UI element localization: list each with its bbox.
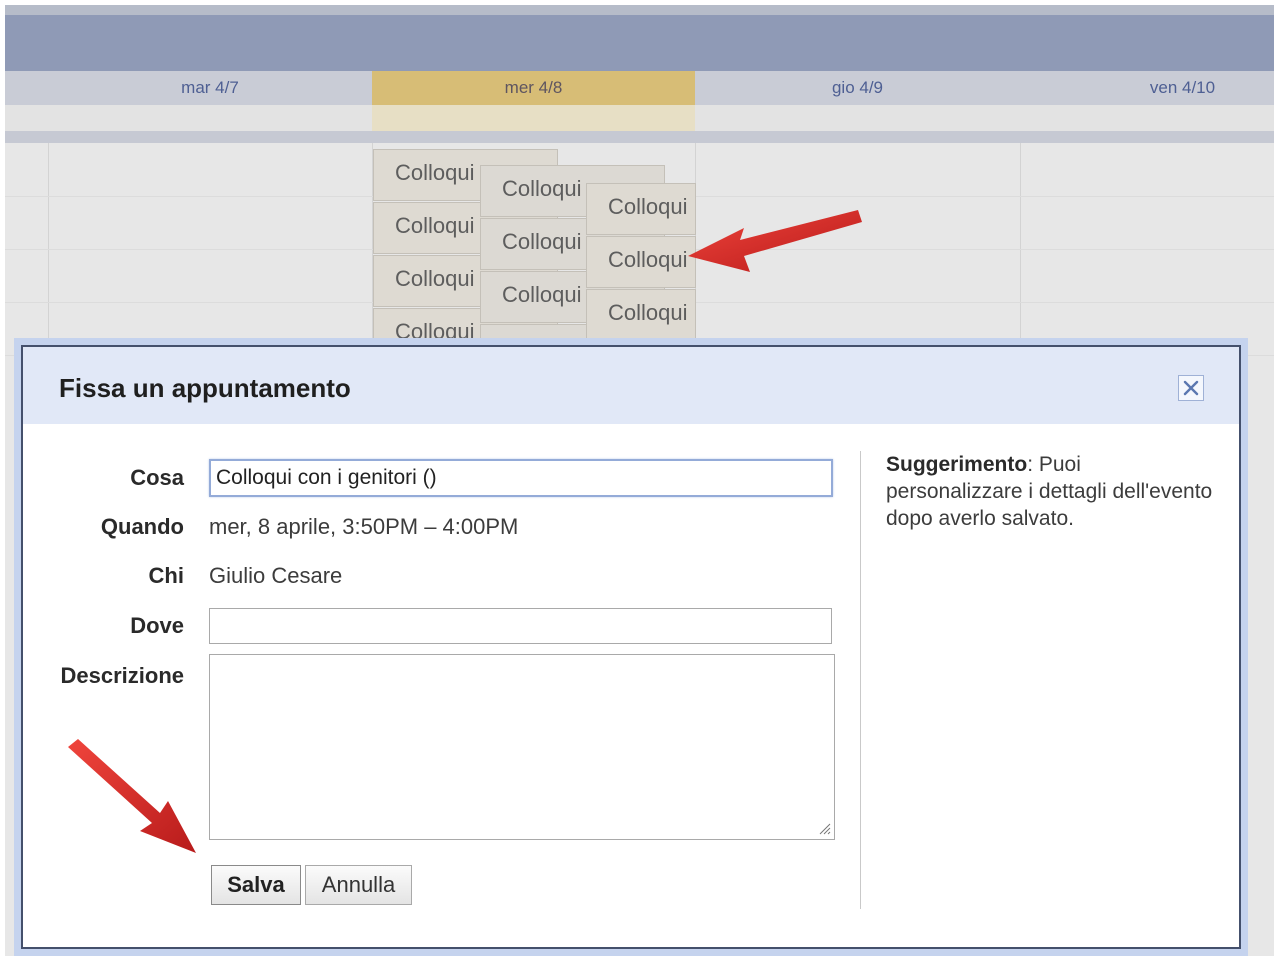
- where-input[interactable]: [209, 608, 832, 644]
- dialog-header: Fissa un appuntamento: [23, 347, 1239, 424]
- day-header-row: mar 4/7 mer 4/8 gio 4/9 ven 4/10: [5, 71, 1274, 105]
- all-day-separator: [5, 131, 1274, 143]
- calendar-top-bar: [5, 5, 1274, 71]
- day-header-thu[interactable]: gio 4/9: [695, 71, 1020, 105]
- close-icon: [1183, 380, 1199, 396]
- what-input[interactable]: [209, 459, 833, 497]
- when-label: Quando: [100, 514, 184, 539]
- day-header-tue[interactable]: mar 4/7: [48, 71, 372, 105]
- all-day-today-cell[interactable]: [372, 105, 695, 131]
- appointment-dialog: Fissa un appuntamento Cosa Quando mer, 8…: [21, 345, 1241, 949]
- dialog-title: Fissa un appuntamento: [59, 373, 351, 403]
- description-label: Descrizione: [60, 663, 185, 688]
- what-label: Cosa: [130, 465, 184, 490]
- cancel-button[interactable]: Annulla: [305, 865, 412, 905]
- day-header-fri[interactable]: ven 4/10: [1020, 71, 1274, 105]
- appointment-slot-selected[interactable]: Colloqui: [586, 236, 696, 288]
- appointment-slot[interactable]: Colloqui: [586, 183, 696, 235]
- description-textarea[interactable]: [209, 654, 835, 840]
- dialog-divider: [860, 451, 861, 909]
- appointment-slot[interactable]: Colloqui: [586, 289, 696, 341]
- where-label: Dove: [130, 613, 184, 638]
- who-label: Chi: [148, 563, 184, 588]
- tip-text: Suggerimento: Puoi personalizzare i dett…: [886, 451, 1216, 532]
- screenshot-frame: mar 4/7 mer 4/8 gio 4/9 ven 4/10 Colloqu…: [0, 0, 1274, 956]
- day-header-wed-today[interactable]: mer 4/8: [372, 71, 695, 105]
- tip-bold-label: Suggerimento: [886, 453, 1028, 476]
- save-button[interactable]: Salva: [211, 865, 301, 905]
- close-button[interactable]: [1178, 375, 1204, 401]
- when-value: mer, 8 aprile, 3:50PM – 4:00PM: [209, 514, 519, 539]
- who-value: Giulio Cesare: [209, 563, 343, 588]
